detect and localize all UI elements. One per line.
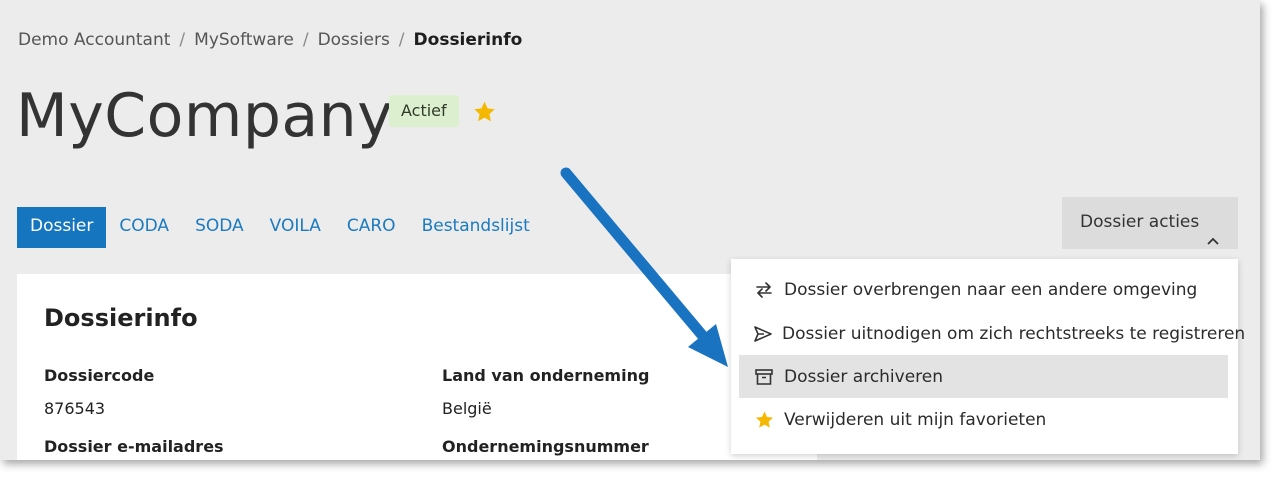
tab-soda[interactable]: SODA xyxy=(182,207,257,248)
breadcrumb-demo-accountant[interactable]: Demo Accountant xyxy=(18,30,170,50)
archive-icon xyxy=(753,366,775,388)
star-icon xyxy=(753,409,775,431)
dossiercode-label: Dossiercode xyxy=(44,366,155,385)
tab-dossier[interactable]: Dossier xyxy=(17,207,107,248)
dossier-actions-menu: Dossier overbrengen naar een andere omge… xyxy=(731,259,1245,454)
breadcrumb-mysoftware[interactable]: MySoftware xyxy=(194,30,294,50)
menu-item-label: Dossier uitnodigen om zich rechtstreeks … xyxy=(782,323,1246,344)
tab-bar: Dossier CODA SODA VOILA CARO Bestandslij… xyxy=(17,207,543,248)
menu-item-invite[interactable]: Dossier uitnodigen om zich rechtstreeks … xyxy=(739,312,1245,355)
tab-bestandslijst[interactable]: Bestandslijst xyxy=(409,207,543,248)
menu-item-label: Dossier archiveren xyxy=(784,366,944,387)
menu-item-remove-favorite[interactable]: Verwijderen uit mijn favorieten xyxy=(739,398,1228,441)
dossierinfo-card: Dossierinfo Dossiercode 876543 Dossier e… xyxy=(17,274,817,460)
breadcrumb-dossiers[interactable]: Dossiers xyxy=(318,30,390,50)
tab-coda[interactable]: CODA xyxy=(106,207,182,248)
email-label: Dossier e-mailadres xyxy=(44,437,224,456)
dossier-actions-label: Dossier acties xyxy=(1080,212,1200,232)
card-title: Dossierinfo xyxy=(44,304,198,332)
breadcrumb-current: Dossierinfo xyxy=(413,30,523,50)
menu-item-archive[interactable]: Dossier archiveren xyxy=(739,355,1228,398)
menu-item-label: Dossier overbrengen naar een andere omge… xyxy=(784,279,1198,300)
star-icon[interactable] xyxy=(472,100,497,128)
tab-voila[interactable]: VOILA xyxy=(257,207,334,248)
enterprise-number-label: Ondernemingsnummer xyxy=(442,437,649,456)
menu-item-transfer[interactable]: Dossier overbrengen naar een andere omge… xyxy=(739,268,1228,311)
status-badge: Actief xyxy=(389,95,459,127)
tab-caro[interactable]: CARO xyxy=(334,207,409,248)
breadcrumb-separator: / xyxy=(302,30,309,50)
app-window: Demo Accountant / MySoftware / Dossiers / Doss… xyxy=(0,0,1260,460)
page-title: MyCompany xyxy=(16,81,394,151)
menu-item-label: Verwijderen uit mijn favorieten xyxy=(784,409,1047,430)
breadcrumb: Demo Accountant / MySoftware / Dossiers / Doss… xyxy=(18,30,522,50)
country-value: België xyxy=(442,399,492,418)
transfer-icon xyxy=(753,279,775,301)
dossier-actions-button[interactable]: Dossier acties xyxy=(1062,197,1238,249)
breadcrumb-separator: / xyxy=(398,30,405,50)
breadcrumb-separator: / xyxy=(179,30,186,50)
dossiercode-value: 876543 xyxy=(44,399,106,418)
country-label: Land van onderneming xyxy=(442,366,650,385)
send-icon xyxy=(753,323,773,345)
